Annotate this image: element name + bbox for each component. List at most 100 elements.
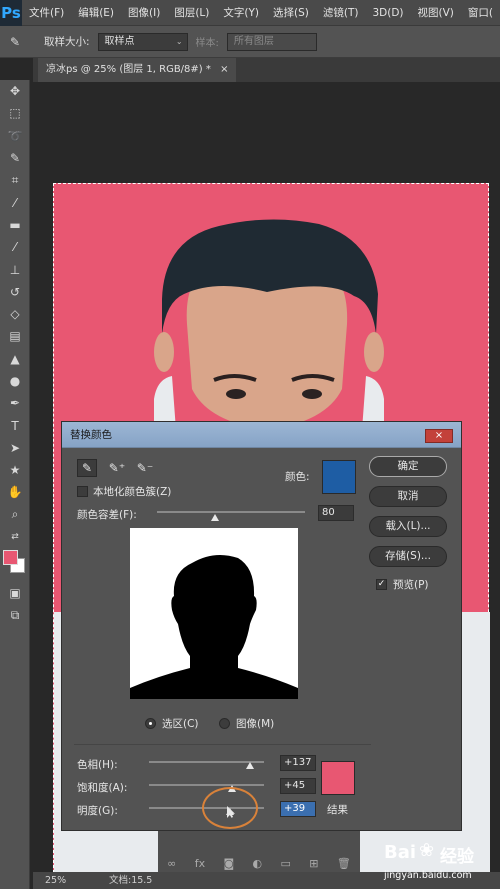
paw-icon: ❀ bbox=[419, 840, 435, 861]
color-swatches[interactable] bbox=[0, 548, 30, 582]
eyedropper-plus-button[interactable]: ✎⁺ bbox=[107, 459, 127, 477]
replace-color-dialog: 替换颜色 × ✎ ✎⁺ ✎⁻ 本地化颜色簇(Z) 颜色: 颜色容差(F): 80… bbox=[61, 421, 462, 831]
zoom-level[interactable]: 25% bbox=[45, 872, 66, 889]
preview-label: 预览(P) bbox=[393, 579, 429, 591]
heal-icon[interactable]: ▬ bbox=[0, 214, 30, 236]
quick-mask-icon[interactable]: ▣ bbox=[0, 582, 30, 604]
history-brush-icon[interactable]: ↺ bbox=[0, 281, 30, 303]
sample-dropdown[interactable]: 所有图层 bbox=[226, 32, 317, 51]
cancel-button[interactable]: 取消 bbox=[369, 486, 447, 507]
marquee-icon[interactable]: ⬚ bbox=[0, 102, 30, 124]
baidu-watermark: Bai ❀ 经验 jingyan.baidu.com bbox=[382, 834, 500, 889]
eyedropper-tool-button[interactable]: ✎ bbox=[77, 459, 97, 477]
preview-checkbox[interactable]: ✓ bbox=[376, 579, 387, 590]
options-bar: ✎ 取样大小: 取样点 ⌄ 样本: 所有图层 bbox=[0, 26, 500, 58]
menu-type[interactable]: 文字(Y) bbox=[216, 0, 266, 26]
path-select-icon[interactable]: ➤ bbox=[0, 437, 30, 459]
menu-edit[interactable]: 编辑(E) bbox=[71, 0, 121, 26]
foreground-color-swatch[interactable] bbox=[3, 550, 18, 566]
selected-color-swatch[interactable] bbox=[322, 460, 356, 494]
selection-radio[interactable] bbox=[145, 718, 156, 729]
zoom-icon[interactable]: ⌕ bbox=[0, 504, 30, 526]
silhouette-shape bbox=[130, 554, 298, 699]
document-info[interactable]: 文档:15.5 bbox=[109, 872, 152, 889]
portrait-left-eye bbox=[226, 389, 246, 399]
highlight-ring bbox=[202, 787, 258, 829]
watermark-url: jingyan.baidu.com bbox=[384, 870, 472, 881]
localized-clusters-checkbox[interactable] bbox=[77, 486, 88, 497]
fuzziness-slider-track[interactable] bbox=[157, 511, 305, 513]
selection-preview bbox=[130, 528, 298, 699]
fuzziness-label: 颜色容差(F): bbox=[77, 509, 137, 521]
localized-clusters-label: 本地化颜色簇(Z) bbox=[93, 486, 172, 498]
watermark-text-2: 经验 bbox=[440, 847, 474, 867]
saturation-label: 饱和度(A): bbox=[77, 782, 128, 794]
menu-filter[interactable]: 滤镜(T) bbox=[316, 0, 366, 26]
image-radio[interactable] bbox=[219, 718, 230, 729]
adjustment-layer-icon[interactable]: ◐ bbox=[253, 857, 263, 870]
new-layer-icon[interactable]: ⊞ bbox=[309, 857, 318, 870]
delete-layer-icon[interactable]: 🗑 bbox=[337, 857, 351, 870]
saturation-input[interactable]: +45 bbox=[280, 778, 316, 794]
layer-mask-icon[interactable]: ◙ bbox=[223, 857, 234, 870]
menu-layer[interactable]: 图层(L) bbox=[167, 0, 216, 26]
save-button[interactable]: 存储(S)... bbox=[369, 546, 447, 567]
blur-icon[interactable]: ▲ bbox=[0, 348, 30, 370]
result-color-swatch[interactable] bbox=[321, 761, 355, 795]
portrait-left-ear bbox=[154, 332, 174, 372]
menu-view[interactable]: 视图(V) bbox=[411, 0, 461, 26]
dialog-title: 替换颜色 bbox=[70, 429, 112, 441]
group-icon[interactable]: ▭ bbox=[280, 857, 290, 870]
crop-icon[interactable]: ⌗ bbox=[0, 169, 30, 191]
eyedropper-icon[interactable]: ✎ bbox=[10, 35, 36, 49]
menu-select[interactable]: 选择(S) bbox=[266, 0, 316, 26]
shape-icon[interactable]: ★ bbox=[0, 459, 30, 481]
menu-image[interactable]: 图像(I) bbox=[121, 0, 167, 26]
link-layers-icon[interactable]: ∞ bbox=[167, 857, 176, 870]
ps-logo: Ps bbox=[0, 0, 22, 26]
move-icon[interactable]: ✥ bbox=[0, 80, 30, 102]
saturation-slider-track[interactable] bbox=[149, 784, 264, 786]
fuzziness-slider-thumb[interactable] bbox=[211, 514, 219, 521]
sample-label: 样本: bbox=[195, 38, 219, 49]
brush-icon[interactable]: ⁄ bbox=[0, 236, 30, 258]
menu-3d[interactable]: 3D(D) bbox=[365, 0, 410, 26]
eraser-icon[interactable]: ◇ bbox=[0, 303, 30, 325]
eyedropper-icon[interactable]: ⁄ bbox=[0, 191, 30, 213]
screen-mode-icon[interactable]: ⧉ bbox=[0, 605, 30, 627]
menu-window[interactable]: 窗口( bbox=[461, 0, 500, 26]
watermark-text: Bai bbox=[384, 842, 417, 863]
ok-button[interactable]: 确定 bbox=[369, 456, 447, 477]
eyedropper-minus-button[interactable]: ✎⁻ bbox=[135, 459, 155, 477]
dodge-icon[interactable]: ● bbox=[0, 370, 30, 392]
silhouette bbox=[130, 554, 298, 699]
portrait-right-eye bbox=[302, 389, 322, 399]
document-tab-bar: 凉冰ps @ 25% (图层 1, RGB/8#) * × bbox=[33, 58, 500, 82]
type-icon[interactable]: T bbox=[0, 414, 30, 436]
hue-slider-thumb[interactable] bbox=[246, 762, 254, 769]
dialog-titlebar[interactable]: 替换颜色 bbox=[62, 422, 461, 448]
hand-icon[interactable]: ✋ bbox=[0, 481, 30, 503]
replacement-separator bbox=[74, 744, 371, 745]
document-tab[interactable]: 凉冰ps @ 25% (图层 1, RGB/8#) * × bbox=[38, 58, 237, 82]
sample-size-dropdown[interactable]: 取样点 ⌄ bbox=[97, 32, 188, 51]
portrait-right-ear bbox=[364, 332, 384, 372]
lasso-icon[interactable]: ➰ bbox=[0, 125, 30, 147]
lightness-input[interactable]: +39 bbox=[280, 801, 316, 817]
close-button[interactable]: × bbox=[425, 429, 453, 443]
menu-file[interactable]: 文件(F) bbox=[22, 0, 71, 26]
selection-radio-label: 选区(C) bbox=[162, 718, 199, 730]
load-button[interactable]: 载入(L)... bbox=[369, 516, 447, 537]
chevron-down-icon: ⌄ bbox=[175, 36, 183, 46]
pen-icon[interactable]: ✒ bbox=[0, 392, 30, 414]
hue-input[interactable]: +137 bbox=[280, 755, 316, 771]
close-icon[interactable]: × bbox=[220, 64, 228, 75]
stamp-icon[interactable]: ⊥ bbox=[0, 258, 30, 280]
gradient-icon[interactable]: ▤ bbox=[0, 325, 30, 347]
quick-select-icon[interactable]: ✎ bbox=[0, 147, 30, 169]
sample-value: 所有图层 bbox=[233, 35, 274, 47]
swap-colors-icon[interactable]: ⇄ bbox=[0, 526, 30, 548]
fuzziness-input[interactable]: 80 bbox=[318, 505, 354, 521]
tools-panel: ✥ ⬚ ➰ ✎ ⌗ ⁄ ▬ ⁄ ⊥ ↺ ◇ ▤ ▲ ● ✒ T ➤ ★ ✋ ⌕ … bbox=[0, 80, 30, 889]
layer-style-icon[interactable]: fx bbox=[195, 857, 205, 870]
